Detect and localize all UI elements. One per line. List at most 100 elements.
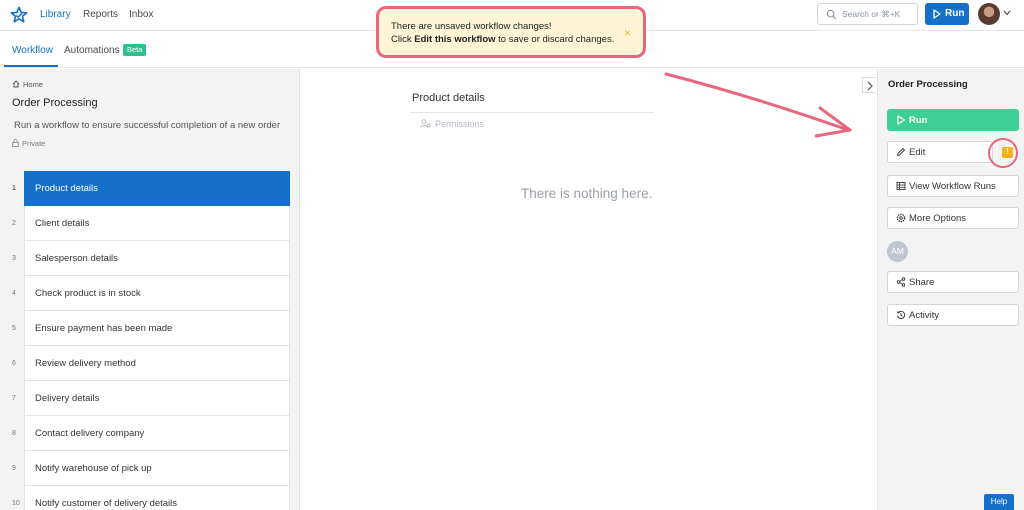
- pencil-icon: [896, 147, 906, 157]
- run-workflow-label: Run: [909, 115, 928, 126]
- step-item[interactable]: 6 Review delivery method: [0, 346, 300, 381]
- step-item[interactable]: 4 Check product is in stock: [0, 276, 300, 311]
- run-button-top[interactable]: Run: [925, 3, 969, 25]
- toast-edit-link: Edit this workflow: [414, 34, 496, 45]
- workflow-actions-panel: Order Processing Run Edit View Workflow …: [877, 69, 1024, 510]
- tab-workflow[interactable]: Workflow: [12, 45, 53, 56]
- search-placeholder: Search or ⌘+K: [842, 9, 901, 19]
- tab-automations[interactable]: Automations: [64, 45, 120, 56]
- chevron-down-icon[interactable]: [1003, 10, 1011, 16]
- step-number: 4: [12, 290, 16, 297]
- step-item[interactable]: 3 Salesperson details: [0, 241, 300, 276]
- visibility-text: Private: [22, 139, 46, 148]
- step-box[interactable]: Review delivery method: [24, 346, 290, 381]
- search-icon: [826, 9, 837, 20]
- step-label: Check product is in stock: [35, 288, 141, 299]
- nav-reports[interactable]: Reports: [83, 9, 118, 20]
- step-box[interactable]: Notify customer of delivery details: [24, 486, 290, 510]
- user-avatar[interactable]: [978, 3, 1000, 25]
- step-number: 10: [12, 500, 20, 507]
- step-label: Contact delivery company: [35, 428, 145, 439]
- annotation-circle: [988, 138, 1018, 168]
- table-icon: [896, 182, 906, 190]
- step-label: Salesperson details: [35, 253, 118, 264]
- play-icon: [933, 9, 941, 19]
- history-icon: [896, 310, 906, 319]
- step-number: 7: [12, 395, 16, 402]
- step-label: Notify warehouse of pick up: [35, 463, 152, 474]
- home-icon: [12, 80, 20, 88]
- step-item[interactable]: 10 Notify customer of delivery details: [0, 486, 300, 510]
- avatar[interactable]: AM: [887, 241, 908, 262]
- unsaved-changes-toast: There are unsaved workflow changes! Clic…: [376, 6, 646, 58]
- beta-badge: Beta: [123, 44, 147, 56]
- step-box[interactable]: Check product is in stock: [24, 276, 290, 311]
- step-label: Delivery details: [35, 393, 100, 404]
- step-number: 2: [12, 220, 16, 227]
- step-box[interactable]: Ensure payment has been made: [24, 311, 290, 346]
- step-box[interactable]: Notify warehouse of pick up: [24, 451, 290, 486]
- edit-workflow-button[interactable]: Edit: [887, 141, 993, 163]
- step-number: 8: [12, 430, 16, 437]
- nav-library[interactable]: Library: [40, 9, 71, 20]
- share-button[interactable]: Share: [887, 271, 1019, 293]
- breadcrumb[interactable]: Home: [12, 80, 43, 89]
- more-options-button[interactable]: More Options: [887, 207, 1019, 229]
- user-permissions-icon: [420, 119, 431, 128]
- visibility-label: Private: [12, 139, 45, 148]
- search-input[interactable]: Search or ⌘+K: [817, 3, 918, 25]
- annotation-arrow: [664, 72, 852, 138]
- permissions-label[interactable]: Permissions: [435, 119, 484, 129]
- step-box[interactable]: Client details: [24, 206, 290, 241]
- step-box[interactable]: Delivery details: [24, 381, 290, 416]
- step-content-title: Product details: [412, 92, 485, 104]
- step-item[interactable]: 9 Notify warehouse of pick up: [0, 451, 300, 486]
- step-item[interactable]: 7 Delivery details: [0, 381, 300, 416]
- help-button[interactable]: Help: [984, 494, 1014, 510]
- step-number: 5: [12, 325, 16, 332]
- toast-text-pre: Click: [391, 34, 415, 45]
- edit-label: Edit: [909, 147, 926, 158]
- workflow-sidebar: Home Order Processing Run a workflow to …: [0, 69, 300, 510]
- panel-title: Order Processing: [888, 79, 968, 90]
- run-workflow-button[interactable]: Run: [887, 109, 1019, 131]
- active-tab-underline: [4, 65, 58, 67]
- step-item[interactable]: 1 Product details: [0, 171, 300, 206]
- view-runs-label: View Workflow Runs: [909, 181, 996, 192]
- more-options-label: More Options: [909, 213, 967, 224]
- lock-icon: [12, 139, 19, 147]
- step-label: Product details: [35, 183, 98, 194]
- divider: [410, 112, 654, 113]
- breadcrumb-home[interactable]: Home: [23, 80, 43, 89]
- permissions-link[interactable]: Permissions: [420, 119, 484, 129]
- play-icon: [897, 115, 906, 125]
- step-box[interactable]: Salesperson details: [24, 241, 290, 276]
- star-logo-icon[interactable]: [10, 6, 28, 24]
- workflow-description: Run a workflow to ensure successful comp…: [14, 120, 281, 131]
- step-number: 1: [12, 185, 16, 192]
- empty-state-text: There is nothing here.: [521, 186, 653, 201]
- activity-button[interactable]: Activity: [887, 304, 1019, 326]
- step-label: Ensure payment has been made: [35, 323, 173, 334]
- close-icon[interactable]: ×: [624, 26, 631, 40]
- step-label: Review delivery method: [35, 358, 136, 369]
- step-item[interactable]: 2 Client details: [0, 206, 300, 241]
- step-number: 9: [12, 465, 16, 472]
- step-number: 3: [12, 255, 16, 262]
- activity-label: Activity: [909, 310, 940, 321]
- collapse-panel-button[interactable]: [862, 77, 876, 93]
- step-item[interactable]: 5 Ensure payment has been made: [0, 311, 300, 346]
- nav-inbox[interactable]: Inbox: [129, 9, 153, 20]
- step-number: 6: [12, 360, 16, 367]
- step-box[interactable]: Product details: [24, 171, 290, 206]
- chevron-right-icon: [867, 81, 873, 91]
- view-workflow-runs-button[interactable]: View Workflow Runs: [887, 175, 1019, 197]
- share-icon: [896, 277, 906, 287]
- step-label: Client details: [35, 218, 90, 229]
- share-label: Share: [909, 277, 935, 288]
- gear-icon: [896, 213, 906, 223]
- page-title: Order Processing: [12, 97, 98, 109]
- step-box[interactable]: Contact delivery company: [24, 416, 290, 451]
- step-item[interactable]: 8 Contact delivery company: [0, 416, 300, 451]
- toast-message-line2: Click Edit this workflow to save or disc…: [391, 34, 614, 45]
